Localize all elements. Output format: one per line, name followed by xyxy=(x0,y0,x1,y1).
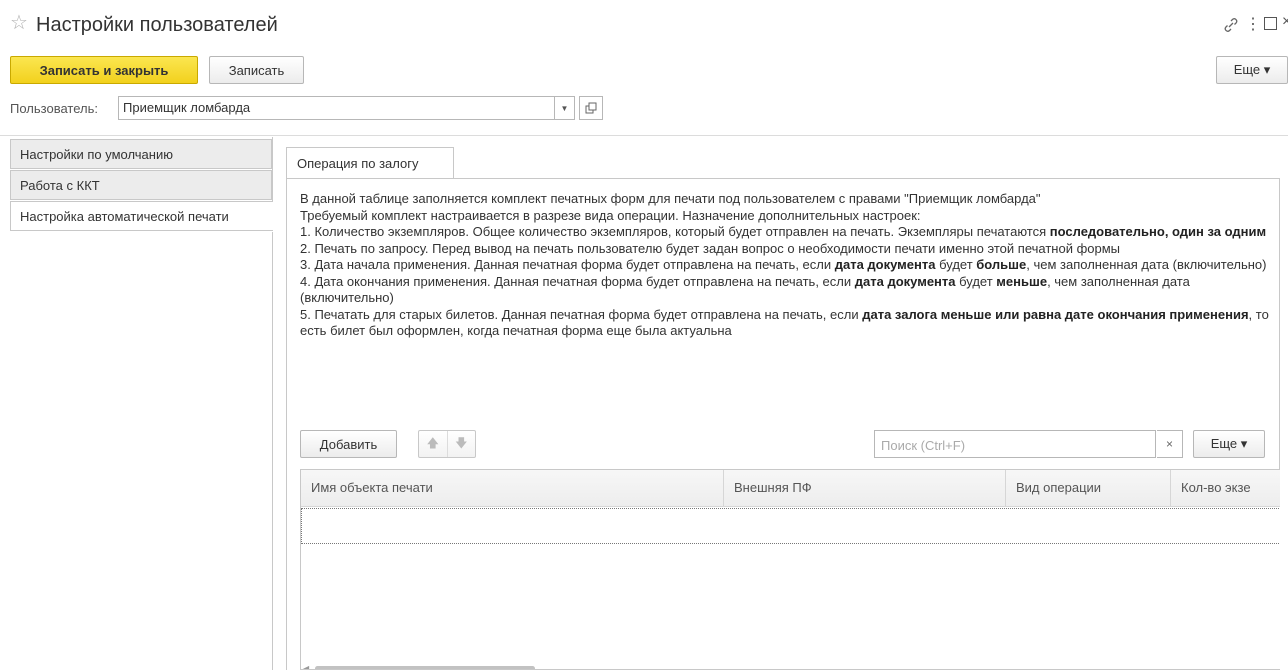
description-line: Требуемый комплект настраивается в разре… xyxy=(300,207,921,223)
description-text: В данной таблице заполняется комплект пе… xyxy=(300,191,1270,340)
user-field[interactable]: Приемщик ломбарда xyxy=(118,96,555,120)
tab-pledge-operation[interactable]: Операция по залогу xyxy=(286,147,454,178)
arrow-up-icon[interactable]: 🡅 xyxy=(419,431,448,457)
save-button[interactable]: Записать xyxy=(209,56,304,84)
link-icon[interactable] xyxy=(1222,16,1240,34)
clear-search-icon[interactable]: × xyxy=(1157,430,1183,458)
maximize-icon[interactable] xyxy=(1264,17,1277,30)
print-forms-table[interactable]: Имя объекта печати Внешняя ПФ Вид операц… xyxy=(300,469,1280,670)
favorite-star-icon[interactable]: ☆ xyxy=(10,13,28,33)
description-line: В данной таблице заполняется комплект пе… xyxy=(300,191,1041,206)
description-line: 1. Количество экземпляров. Общее количес… xyxy=(300,224,1267,239)
open-icon[interactable] xyxy=(579,96,603,120)
more-vertical-icon[interactable]: ⋮ xyxy=(1245,14,1261,34)
table-header: Имя объекта печати Внешняя ПФ Вид операц… xyxy=(301,470,1280,507)
user-field-label: Пользователь: xyxy=(10,101,98,116)
column-header-operation-type[interactable]: Вид операции xyxy=(1006,470,1171,506)
more-menu-button[interactable]: Еще ▾ xyxy=(1216,56,1288,84)
description-line: 4. Дата окончания применения. Данная печ… xyxy=(300,273,1190,306)
save-and-close-button[interactable]: Записать и закрыть xyxy=(10,56,198,84)
divider xyxy=(272,232,273,670)
arrow-down-icon[interactable]: 🡇 xyxy=(448,431,476,457)
column-header-copies[interactable]: Кол-во экзе xyxy=(1171,470,1280,506)
divider xyxy=(272,137,273,201)
move-buttons: 🡅 🡇 xyxy=(418,430,476,458)
tab-label: Настройка автоматической печати xyxy=(20,208,229,224)
description-line: 3. Дата начала применения. Данная печатн… xyxy=(300,257,1267,272)
column-header-print-object[interactable]: Имя объекта печати xyxy=(301,470,724,506)
divider xyxy=(286,178,287,670)
page-title: Настройки пользователей xyxy=(36,14,278,36)
tab-label: Операция по залогу xyxy=(297,155,419,171)
tab-auto-print-settings[interactable]: Настройка автоматической печати xyxy=(10,201,273,231)
description-line: 2. Печать по запросу. Перед вывод на печ… xyxy=(300,240,1121,256)
tab-label: Работа с ККТ xyxy=(20,177,100,193)
tab-kkt[interactable]: Работа с ККТ xyxy=(10,170,272,200)
divider xyxy=(0,135,1288,136)
tab-default-settings[interactable]: Настройки по умолчанию xyxy=(10,139,272,169)
horizontal-scrollbar[interactable] xyxy=(315,666,535,669)
tab-label: Настройки по умолчанию xyxy=(20,146,173,162)
chevron-down-icon[interactable]: ▼ xyxy=(554,96,575,120)
close-icon[interactable]: × xyxy=(1282,13,1288,31)
table-row[interactable] xyxy=(301,508,1280,544)
divider xyxy=(286,178,1280,179)
description-line: 5. Печатать для старых билетов. Данная п… xyxy=(300,306,1269,339)
add-button[interactable]: Добавить xyxy=(300,430,397,458)
table-more-button[interactable]: Еще ▾ xyxy=(1193,430,1265,458)
scroll-left-icon[interactable]: ◀ xyxy=(303,664,309,669)
column-header-external-form[interactable]: Внешняя ПФ xyxy=(724,470,1006,506)
search-box xyxy=(874,430,1156,458)
search-input[interactable] xyxy=(879,432,1153,458)
